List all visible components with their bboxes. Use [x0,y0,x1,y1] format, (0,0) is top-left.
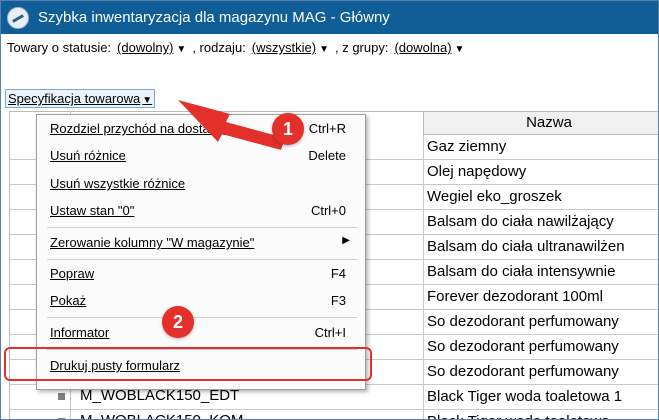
step-badge-2: 2 [162,306,194,338]
step-badge-1: 1 [272,113,304,145]
arrow-icon [178,100,285,150]
annotation-arrow [178,100,285,150]
